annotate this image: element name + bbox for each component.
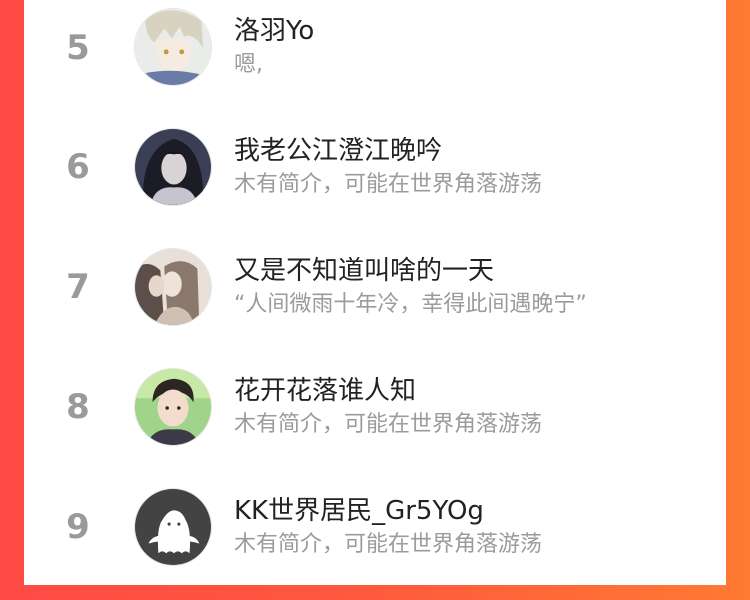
user-avatar[interactable]	[134, 8, 212, 86]
rank-number: 5	[66, 28, 90, 68]
couple-avatar-icon	[135, 249, 211, 325]
list-item-rank-6[interactable]: 6 我老公江澄江晚吟 木有简介，可能在世界角落游荡	[24, 120, 726, 240]
user-bio: 木有简介，可能在世界角落游荡	[234, 172, 543, 197]
rank-number: 8	[66, 387, 90, 427]
dark-hair-avatar-icon	[135, 129, 211, 205]
default-ghost-avatar-icon	[135, 489, 211, 565]
user-avatar[interactable]	[134, 368, 212, 446]
user-name: 我老公江澄江晚吟	[234, 136, 443, 166]
rank-number: 7	[66, 267, 90, 307]
list-item-rank-9[interactable]: 9 KK世界居民_Gr5YOg 木有简介，可能在世界角落游荡	[24, 480, 726, 600]
young-man-avatar-icon	[135, 369, 211, 445]
user-avatar[interactable]	[134, 248, 212, 326]
user-name: 又是不知道叫啥的一天	[234, 256, 495, 286]
anime-boy-avatar-icon	[135, 9, 211, 85]
user-avatar[interactable]	[134, 128, 212, 206]
list-item-rank-8[interactable]: 8 花开花落谁人知 木有简介，可能在世界角落游荡	[24, 360, 726, 480]
rank-number: 9	[66, 507, 90, 547]
user-bio: “人间微雨十年冷，幸得此间遇晚宁”	[234, 292, 587, 317]
rank-number: 6	[66, 147, 90, 187]
user-bio: 木有简介，可能在世界角落游荡	[234, 412, 543, 437]
user-avatar[interactable]	[134, 488, 212, 566]
user-name: 洛羽Yo	[234, 16, 315, 46]
user-bio: 嗯,	[234, 52, 263, 77]
list-item-rank-5[interactable]: 5 洛羽Yo 嗯,	[24, 0, 726, 120]
user-name: KK世界居民_Gr5YOg	[234, 496, 484, 526]
list-item-rank-7[interactable]: 7 又是不知道叫啥的一天 “人间微雨十年冷，幸得此间遇晚宁”	[24, 240, 726, 360]
ranking-list-panel: 5 洛羽Yo 嗯, 6 我老公江澄江晚吟 木有简介，可能在世界角落游荡 7 又是…	[24, 0, 726, 585]
user-bio: 木有简介，可能在世界角落游荡	[234, 532, 543, 557]
user-name: 花开花落谁人知	[234, 376, 417, 406]
